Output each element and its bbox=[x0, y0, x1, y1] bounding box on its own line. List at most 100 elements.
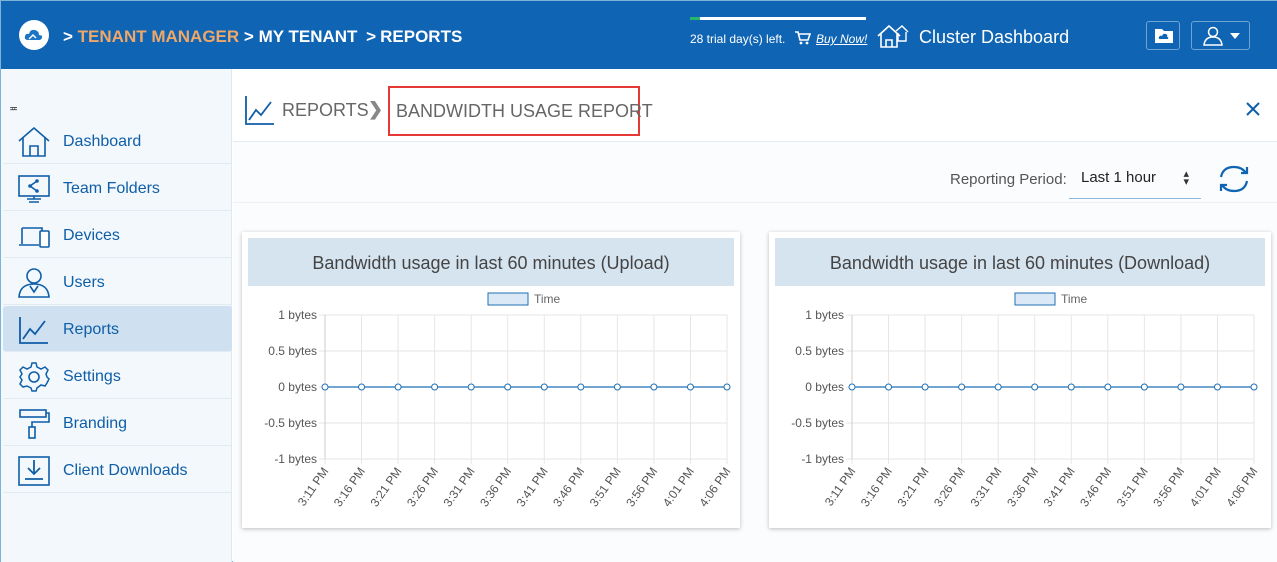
data-point bbox=[1067, 383, 1075, 391]
cloud-logo-icon[interactable] bbox=[19, 20, 49, 50]
sidebar-item-users[interactable]: Users bbox=[3, 259, 232, 305]
data-point bbox=[723, 383, 731, 391]
y-tick-label: 0 bytes bbox=[278, 380, 317, 394]
data-point bbox=[540, 383, 548, 391]
data-point bbox=[321, 383, 329, 391]
x-tick-label: 3:31 PM bbox=[968, 465, 1005, 510]
x-tick-label: 3:56 PM bbox=[623, 465, 660, 510]
cluster-home-icon[interactable] bbox=[876, 23, 910, 49]
upload-line-chart: Time 1 bytes 0.5 bytes 0 bytes -0.5 bytes -1 … bbox=[264, 292, 733, 510]
y-tick-label: -1 bytes bbox=[801, 452, 844, 466]
x-tick-label: 3:51 PM bbox=[587, 465, 624, 510]
x-tick-label: 4:06 PM bbox=[696, 465, 733, 510]
chart-title: Bandwidth usage in last 60 minutes (Down… bbox=[775, 238, 1265, 286]
breadcrumb-separator: > bbox=[63, 27, 73, 46]
top-bar: > TENANT MANAGER > MY TENANT > REPORTS 28… bbox=[1, 1, 1277, 69]
x-tick-label: 3:21 PM bbox=[367, 465, 404, 510]
x-tick-label: 3:36 PM bbox=[477, 465, 514, 510]
refresh-icon[interactable] bbox=[1216, 164, 1252, 194]
y-tick-label: 1 bytes bbox=[805, 308, 844, 322]
cluster-dashboard-link[interactable]: Cluster Dashboard bbox=[919, 27, 1069, 48]
data-point bbox=[1031, 383, 1039, 391]
x-tick-label: 3:46 PM bbox=[550, 465, 587, 510]
x-tick-label: 3:41 PM bbox=[514, 465, 551, 510]
sidebar-collapse-icon[interactable]: ≖ bbox=[9, 102, 18, 115]
trial-days-text: 28 trial day(s) left. bbox=[690, 32, 786, 46]
x-tick-label: 3:26 PM bbox=[931, 465, 968, 510]
y-tick-label: 0 bytes bbox=[805, 380, 844, 394]
sidebar-item-label: Team Folders bbox=[63, 180, 160, 197]
page-title: BANDWIDTH USAGE REPORT bbox=[388, 86, 653, 136]
download-line-chart: Time 1 bytes 0.5 bytes 0 bytes -0.5 bytes -1 … bbox=[791, 292, 1260, 510]
data-point bbox=[394, 383, 402, 391]
divider bbox=[233, 202, 1277, 203]
cloud-drive-button[interactable] bbox=[1146, 21, 1180, 50]
data-point bbox=[1104, 383, 1112, 391]
sidebar-item-branding[interactable]: Branding bbox=[3, 400, 232, 446]
data-point bbox=[1140, 383, 1148, 391]
sidebar-item-label: Dashboard bbox=[63, 133, 142, 150]
legend-label: Time bbox=[1061, 292, 1088, 306]
user-icon bbox=[18, 268, 50, 298]
breadcrumb-my-tenant[interactable]: MY TENANT bbox=[259, 27, 358, 46]
x-tick-label: 3:16 PM bbox=[331, 465, 368, 510]
home-icon bbox=[18, 126, 50, 157]
caret-down-icon bbox=[1230, 33, 1240, 39]
chevron-right-icon: ❯ bbox=[368, 99, 384, 119]
x-tick-label: 3:11 PM bbox=[822, 465, 859, 509]
chart-title: Bandwidth usage in last 60 minutes (Uplo… bbox=[248, 238, 734, 286]
sidebar-item-devices[interactable]: Devices bbox=[3, 212, 232, 258]
data-point bbox=[358, 383, 366, 391]
x-tick-label: 3:31 PM bbox=[441, 465, 478, 510]
data-point bbox=[504, 383, 512, 391]
sidebar-item-dashboard[interactable]: Dashboard bbox=[3, 118, 232, 164]
sidebar-item-label: Reports bbox=[63, 321, 120, 338]
y-tick-label: 1 bytes bbox=[278, 308, 317, 322]
data-point bbox=[958, 383, 966, 391]
upload-chart-card: Bandwidth usage in last 60 minutes (Uplo… bbox=[242, 232, 740, 528]
sidebar-item-team-folders[interactable]: Team Folders bbox=[3, 165, 232, 211]
reporting-period-select[interactable]: Last 1 hour ▴ ▾ bbox=[1069, 161, 1201, 199]
x-tick-label: 3:41 PM bbox=[1041, 465, 1078, 510]
y-tick-label: -0.5 bytes bbox=[791, 416, 844, 430]
cloud-folder-icon bbox=[1155, 29, 1173, 43]
data-point bbox=[1213, 383, 1221, 391]
breadcrumb-separator: > bbox=[243, 27, 254, 46]
sidebar-item-label: Branding bbox=[63, 415, 128, 432]
sidebar-item-settings[interactable]: Settings bbox=[3, 353, 232, 399]
download-chart-card: Bandwidth usage in last 60 minutes (Down… bbox=[769, 232, 1271, 528]
user-icon bbox=[1203, 26, 1223, 46]
y-tick-label: 0.5 bytes bbox=[268, 344, 317, 358]
devices-icon bbox=[19, 227, 50, 248]
buy-now-link[interactable]: Buy Now! bbox=[816, 32, 867, 46]
x-tick-label: 3:26 PM bbox=[404, 465, 441, 510]
sidebar-item-label: Devices bbox=[63, 227, 120, 244]
y-tick-label: 0.5 bytes bbox=[795, 344, 844, 358]
data-point bbox=[885, 383, 893, 391]
sidebar-item-reports[interactable]: Reports bbox=[3, 306, 232, 352]
data-point bbox=[686, 383, 694, 391]
legend-label: Time bbox=[534, 292, 561, 306]
x-tick-label: 3:16 PM bbox=[858, 465, 895, 510]
breadcrumb-tenant-manager[interactable]: TENANT MANAGER bbox=[78, 27, 240, 46]
page-header: REPORTS ❯ BANDWIDTH USAGE REPORT bbox=[233, 69, 1277, 142]
close-icon[interactable] bbox=[1246, 102, 1260, 116]
reports-breadcrumb-link[interactable]: REPORTS bbox=[282, 100, 369, 121]
x-tick-label: 3:36 PM bbox=[1004, 465, 1041, 510]
cart-icon bbox=[795, 31, 811, 45]
data-point bbox=[431, 383, 439, 391]
reporting-period-label: Reporting Period: bbox=[950, 171, 1067, 188]
data-point bbox=[577, 383, 585, 391]
sidebar-item-client-downloads[interactable]: Client Downloads bbox=[3, 447, 232, 493]
data-point bbox=[1177, 383, 1185, 391]
team-folder-icon bbox=[18, 175, 50, 203]
breadcrumb: > TENANT MANAGER > MY TENANT > REPORTS bbox=[63, 27, 462, 47]
breadcrumb-separator: > bbox=[366, 27, 377, 46]
user-menu-button[interactable] bbox=[1191, 21, 1250, 50]
reports-icon bbox=[245, 96, 274, 125]
x-tick-label: 3:11 PM bbox=[295, 465, 332, 509]
download-icon bbox=[18, 456, 50, 486]
x-tick-label: 3:46 PM bbox=[1077, 465, 1114, 510]
data-point bbox=[1250, 383, 1258, 391]
paint-roller-icon bbox=[19, 409, 50, 439]
